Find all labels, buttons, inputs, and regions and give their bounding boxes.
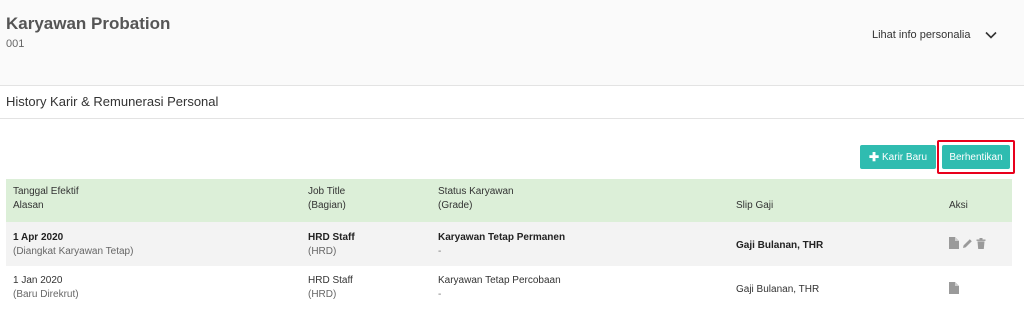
row-reason: (Baru Direkrut) xyxy=(13,289,79,300)
row-date: 1 Apr 2020 xyxy=(13,232,64,243)
col-reason-label: Alasan xyxy=(13,200,44,211)
row-actions xyxy=(949,282,962,294)
personnel-info-label: Lihat info personalia xyxy=(872,29,971,41)
col-job-title: Job Title (Bagian) xyxy=(308,185,346,213)
row-job-title: HRD Staff xyxy=(308,275,353,286)
table-row: 1 Apr 2020 (Diangkat Karyawan Tetap) HRD… xyxy=(6,222,1012,266)
employee-name: Karyawan Probation xyxy=(6,14,171,33)
employee-id: 001 xyxy=(6,38,25,50)
section-header: History Karir & Remunerasi Personal xyxy=(0,87,1024,119)
row-status: Karyawan Tetap Percobaan xyxy=(438,275,561,286)
trash-icon[interactable] xyxy=(976,237,986,249)
row-job-title: HRD Staff xyxy=(308,232,355,243)
pencil-icon[interactable] xyxy=(962,238,973,249)
terminate-button[interactable]: Berhentikan xyxy=(942,145,1010,169)
col-payslip: Slip Gaji xyxy=(736,200,774,211)
plus-icon: ✚ xyxy=(868,150,880,164)
cell-job-title: HRD Staff (HRD) xyxy=(308,231,355,259)
row-grade: - xyxy=(438,246,442,257)
col-job-title-label: Job Title xyxy=(308,186,346,197)
row-payslip: Gaji Bulanan, THR xyxy=(736,240,824,251)
add-career-label: Karir Baru xyxy=(882,151,928,163)
cell-job-title: HRD Staff (HRD) xyxy=(308,274,353,302)
col-effective-date: Tanggal Efektif Alasan xyxy=(13,185,79,213)
row-date: 1 Jan 2020 xyxy=(13,275,63,286)
add-career-button[interactable]: ✚ Karir Baru xyxy=(860,145,936,169)
row-status: Karyawan Tetap Permanen xyxy=(438,232,566,243)
table-header: Tanggal Efektif Alasan Job Title (Bagian… xyxy=(6,179,1012,222)
chevron-down-icon xyxy=(985,31,998,39)
row-department: (HRD) xyxy=(308,246,337,257)
col-effective-date-label: Tanggal Efektif xyxy=(13,186,79,197)
table-row: 1 Jan 2020 (Baru Direkrut) HRD Staff (HR… xyxy=(6,266,1012,310)
col-status-label: Status Karyawan xyxy=(438,186,514,197)
row-grade: - xyxy=(438,289,442,300)
cell-effective-date: 1 Jan 2020 (Baru Direkrut) xyxy=(13,274,79,302)
employee-header: Karyawan Probation 001 Lihat info person… xyxy=(0,0,1024,86)
row-actions xyxy=(949,237,989,249)
cell-status: Karyawan Tetap Percobaan - xyxy=(438,274,561,302)
row-department: (HRD) xyxy=(308,289,337,300)
col-employee-status: Status Karyawan (Grade) xyxy=(438,185,514,213)
row-reason: (Diangkat Karyawan Tetap) xyxy=(13,246,134,257)
col-actions: Aksi xyxy=(949,200,968,211)
document-icon[interactable] xyxy=(949,237,959,249)
document-icon[interactable] xyxy=(949,282,959,294)
cell-effective-date: 1 Apr 2020 (Diangkat Karyawan Tetap) xyxy=(13,231,133,259)
col-grade-label: (Grade) xyxy=(438,200,473,211)
row-payslip: Gaji Bulanan, THR xyxy=(736,284,820,295)
personnel-info-toggle[interactable]: Lihat info personalia xyxy=(872,25,998,45)
cell-status: Karyawan Tetap Permanen - xyxy=(438,231,565,259)
section-title: History Karir & Remunerasi Personal xyxy=(6,94,219,109)
col-department-label: (Bagian) xyxy=(308,200,346,211)
